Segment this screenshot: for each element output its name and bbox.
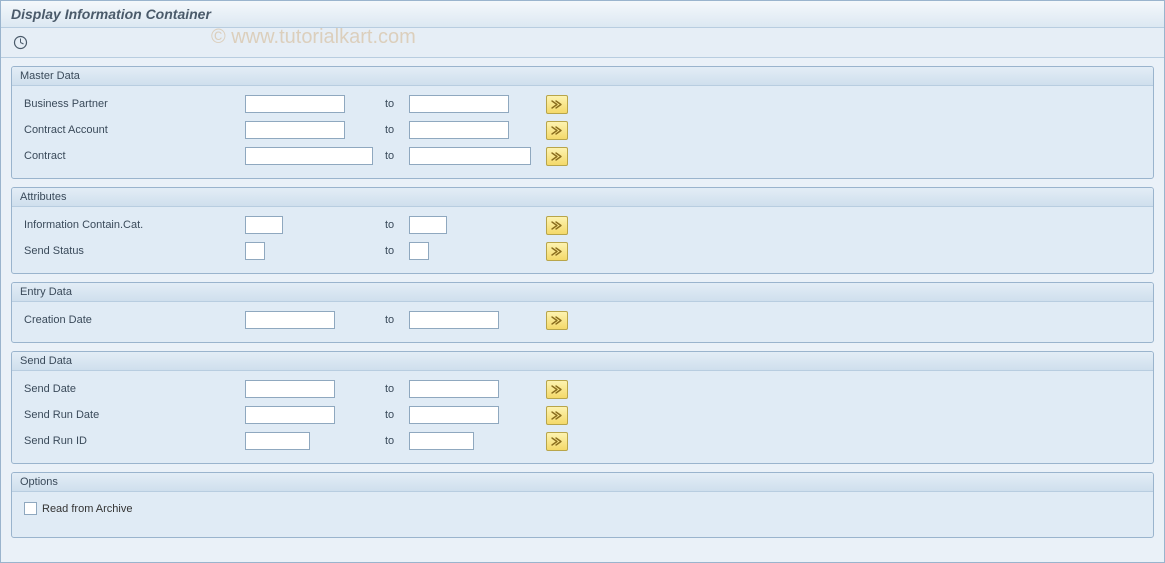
send-date-multi-button[interactable]: [546, 380, 568, 399]
label-creation-date: Creation Date: [20, 314, 245, 326]
row-send-run-date: Send Run Date to: [20, 403, 1145, 427]
toolbar: [1, 28, 1164, 58]
contract-account-multi-button[interactable]: [546, 121, 568, 140]
page-title: Display Information Container: [1, 1, 1164, 28]
send-run-date-from-input[interactable]: [245, 406, 335, 424]
creation-date-multi-button[interactable]: [546, 311, 568, 330]
contract-from-input[interactable]: [245, 147, 373, 165]
to-label: to: [385, 98, 409, 110]
group-options: Options Read from Archive: [11, 472, 1154, 538]
group-header: Send Data: [12, 352, 1153, 371]
send-status-from-input[interactable]: [245, 242, 265, 260]
send-run-id-multi-button[interactable]: [546, 432, 568, 451]
row-send-date: Send Date to: [20, 377, 1145, 401]
business-partner-to-input[interactable]: [409, 95, 509, 113]
to-label: to: [385, 124, 409, 136]
send-status-multi-button[interactable]: [546, 242, 568, 261]
send-run-date-multi-button[interactable]: [546, 406, 568, 425]
business-partner-from-input[interactable]: [245, 95, 345, 113]
row-read-from-archive: Read from Archive: [20, 498, 1145, 519]
to-label: to: [385, 435, 409, 447]
contract-account-to-input[interactable]: [409, 121, 509, 139]
group-header: Attributes: [12, 188, 1153, 207]
send-date-to-input[interactable]: [409, 380, 499, 398]
label-read-from-archive: Read from Archive: [42, 503, 132, 515]
row-send-status: Send Status to: [20, 239, 1145, 263]
label-send-run-id: Send Run ID: [20, 435, 245, 447]
row-info-contain-cat: Information Contain.Cat. to: [20, 213, 1145, 237]
send-run-id-from-input[interactable]: [245, 432, 310, 450]
to-label: to: [385, 150, 409, 162]
info-contain-cat-multi-button[interactable]: [546, 216, 568, 235]
group-master-data: Master Data Business Partner to Contract…: [11, 66, 1154, 179]
group-send-data: Send Data Send Date to Send Run Date to: [11, 351, 1154, 464]
group-header: Entry Data: [12, 283, 1153, 302]
send-date-from-input[interactable]: [245, 380, 335, 398]
row-contract-account: Contract Account to: [20, 118, 1145, 142]
label-send-date: Send Date: [20, 383, 245, 395]
business-partner-multi-button[interactable]: [546, 95, 568, 114]
label-contract-account: Contract Account: [20, 124, 245, 136]
label-business-partner: Business Partner: [20, 98, 245, 110]
send-run-date-to-input[interactable]: [409, 406, 499, 424]
info-contain-cat-to-input[interactable]: [409, 216, 447, 234]
row-contract: Contract to: [20, 144, 1145, 168]
send-status-to-input[interactable]: [409, 242, 429, 260]
app-window: Display Information Container © www.tuto…: [0, 0, 1165, 563]
contract-account-from-input[interactable]: [245, 121, 345, 139]
label-send-run-date: Send Run Date: [20, 409, 245, 421]
creation-date-from-input[interactable]: [245, 311, 335, 329]
contract-multi-button[interactable]: [546, 147, 568, 166]
send-run-id-to-input[interactable]: [409, 432, 474, 450]
content-area: Master Data Business Partner to Contract…: [1, 58, 1164, 556]
to-label: to: [385, 219, 409, 231]
contract-to-input[interactable]: [409, 147, 531, 165]
to-label: to: [385, 383, 409, 395]
label-send-status: Send Status: [20, 245, 245, 257]
group-header: Master Data: [12, 67, 1153, 86]
group-entry-data: Entry Data Creation Date to: [11, 282, 1154, 343]
read-from-archive-checkbox[interactable]: [24, 502, 37, 515]
group-attributes: Attributes Information Contain.Cat. to S…: [11, 187, 1154, 274]
row-business-partner: Business Partner to: [20, 92, 1145, 116]
group-header: Options: [12, 473, 1153, 492]
creation-date-to-input[interactable]: [409, 311, 499, 329]
row-creation-date: Creation Date to: [20, 308, 1145, 332]
row-send-run-id: Send Run ID to: [20, 429, 1145, 453]
label-contract: Contract: [20, 150, 245, 162]
execute-icon[interactable]: [11, 33, 29, 51]
to-label: to: [385, 245, 409, 257]
to-label: to: [385, 314, 409, 326]
to-label: to: [385, 409, 409, 421]
label-info-contain-cat: Information Contain.Cat.: [20, 219, 245, 231]
info-contain-cat-from-input[interactable]: [245, 216, 283, 234]
